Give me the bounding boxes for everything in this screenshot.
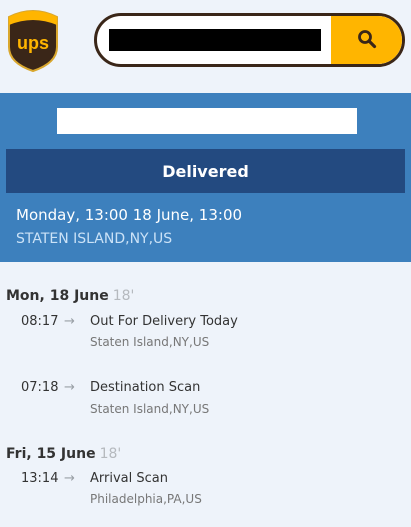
header: ups <box>0 0 411 93</box>
logo-text: ups <box>17 33 49 53</box>
event-title: Arrival Scan <box>90 471 168 486</box>
delivered-at: Monday, 13:00 18 June, 13:00 <box>16 206 243 224</box>
day-heading: Fri, 15 June 18' <box>6 446 121 462</box>
ups-logo[interactable]: ups <box>5 7 61 73</box>
day-year: 18' <box>112 288 135 304</box>
delivered-location: STATEN ISLAND,NY,US <box>16 231 173 247</box>
search-button[interactable] <box>331 16 402 64</box>
event-location: Philadelphia,PA,US <box>90 492 202 506</box>
event-title: Out For Delivery Today <box>90 314 238 329</box>
status-label: Delivered <box>162 161 249 181</box>
tracking-number <box>57 108 357 134</box>
event-time: 13:14 <box>21 471 59 486</box>
event-location: Staten Island,NY,US <box>90 335 210 349</box>
search-bar <box>94 13 405 67</box>
day-year: 18' <box>99 446 122 462</box>
event-time: 07:18 <box>21 380 59 395</box>
arrow-right-icon: → <box>64 380 75 395</box>
tracking-search-input[interactable] <box>109 29 321 51</box>
event-title: Destination Scan <box>90 380 201 395</box>
day-date: Mon, 18 June <box>6 288 109 304</box>
event-location: Staten Island,NY,US <box>90 402 210 416</box>
search-icon <box>357 29 377 52</box>
day-heading: Mon, 18 June 18' <box>6 288 134 304</box>
day-date: Fri, 15 June <box>6 446 96 462</box>
status-banner: Delivered <box>6 149 405 193</box>
arrow-right-icon: → <box>64 471 75 486</box>
tracking-summary-panel: Delivered Monday, 13:00 18 June, 13:00 S… <box>0 93 411 262</box>
arrow-right-icon: → <box>64 314 75 329</box>
event-time: 08:17 <box>21 314 59 329</box>
